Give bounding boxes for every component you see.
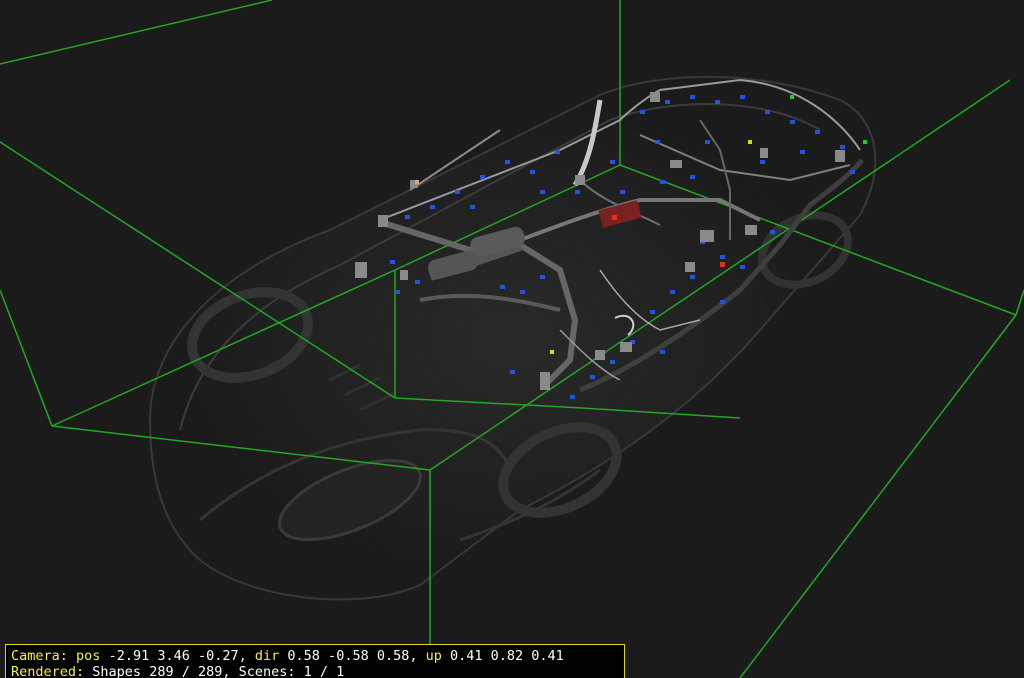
dir-label: dir [254,648,280,664]
camera-line: Camera: pos -2.91 3.46 -0.27, dir 0.58 -… [11,648,619,664]
shapes-count: Shapes 289 / 289, Scenes: 1 / 1 [92,664,345,678]
dir-value: 0.58 -0.58 0.58, [287,648,418,664]
up-value: 0.41 0.82 0.41 [450,648,564,664]
pos-label: pos [76,648,101,664]
rendered-label: Rendered: [11,664,85,678]
3d-viewport[interactable]: Camera: pos -2.91 3.46 -0.27, dir 0.58 -… [0,0,1024,678]
pos-value: -2.91 3.46 -0.27, [108,648,247,664]
camera-status-overlay: Camera: pos -2.91 3.46 -0.27, dir 0.58 -… [5,644,625,678]
rendered-line: Rendered: Shapes 289 / 289, Scenes: 1 / … [11,664,619,678]
up-label: up [425,648,442,664]
scene-canvas[interactable] [0,0,1024,678]
camera-label: Camera: [11,648,68,664]
